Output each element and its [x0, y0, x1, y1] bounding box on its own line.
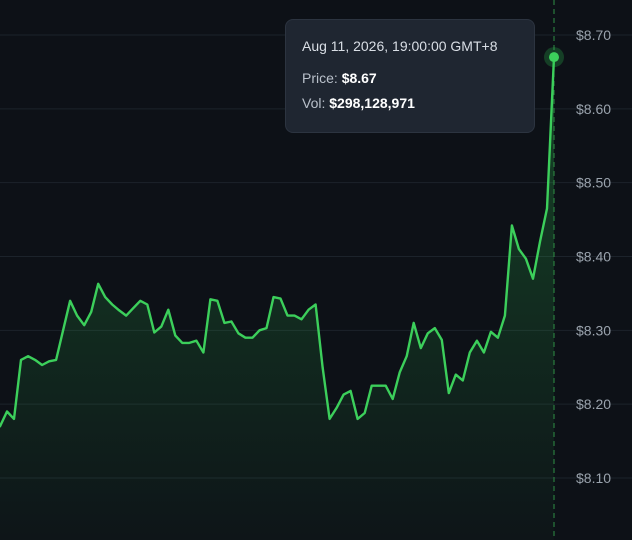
highlight-point[interactable] — [549, 52, 559, 63]
tooltip-date: Aug 11, 2026, 19:00:00 GMT+8 — [302, 38, 498, 54]
tooltip-price-row: Price: $8.67 — [302, 70, 518, 86]
tooltip-price-value: $8.67 — [341, 70, 377, 86]
tooltip-vol-row: Vol: $298,128,971 — [302, 95, 518, 111]
y-tick-label: $8.60 — [576, 101, 611, 117]
y-tick-label: $8.20 — [576, 396, 611, 412]
y-tick-label: $8.70 — [576, 27, 611, 43]
tooltip-vol-value: $298,128,971 — [329, 95, 415, 111]
y-tick-label: $8.10 — [576, 470, 611, 486]
y-tick-label: $8.30 — [576, 322, 611, 338]
y-tick-label: $8.40 — [576, 249, 611, 265]
price-tooltip: Aug 11, 2026, 19:00:00 GMT+8 Price: $8.6… — [285, 19, 535, 133]
y-axis: $8.10 $8.20 $8.30 $8.40 $8.50 $8.60 $8.70 — [576, 27, 611, 486]
y-tick-label: $8.50 — [576, 175, 611, 191]
tooltip-vol-label: Vol: — [302, 95, 326, 111]
tooltip-price-label: Price: — [302, 70, 338, 86]
